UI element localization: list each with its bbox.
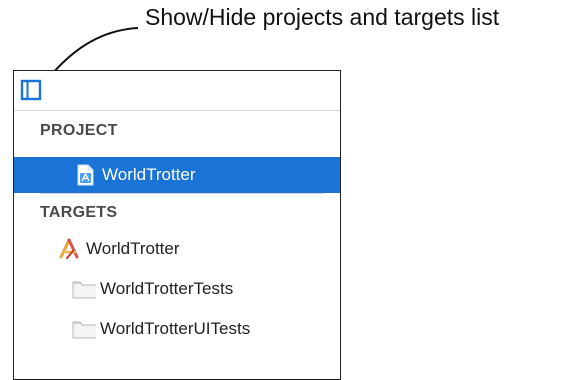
xcode-project-icon: [77, 164, 94, 186]
targets-section-header: TARGETS: [40, 204, 118, 221]
target-row-label: WorldTrotterUITests: [100, 319, 251, 338]
project-section-header: PROJECT: [40, 122, 118, 139]
project-navigator-panel: PROJECT WorldTrotter TARGETS WorldTrotte…: [13, 70, 341, 380]
target-row-worldtrotteruitests[interactable]: WorldTrotterUITests: [14, 311, 340, 347]
callout-label: Show/Hide projects and targets list: [145, 4, 500, 30]
sidebar-toggle-icon[interactable]: [20, 79, 42, 101]
target-row-worldtrottertests[interactable]: WorldTrotterTests: [14, 271, 340, 307]
toolbar-divider: [14, 110, 340, 111]
target-row-worldtrotter[interactable]: WorldTrotter: [14, 231, 340, 267]
section-divider: [40, 193, 324, 194]
project-row-label: WorldTrotter: [102, 165, 196, 184]
test-bundle-icon: [72, 321, 96, 339]
test-bundle-icon: [72, 281, 96, 299]
project-row-worldtrotter[interactable]: WorldTrotter: [14, 157, 340, 193]
target-row-label: WorldTrotterTests: [100, 279, 234, 298]
target-row-label: WorldTrotter: [86, 239, 180, 258]
app-target-icon: [59, 238, 79, 259]
